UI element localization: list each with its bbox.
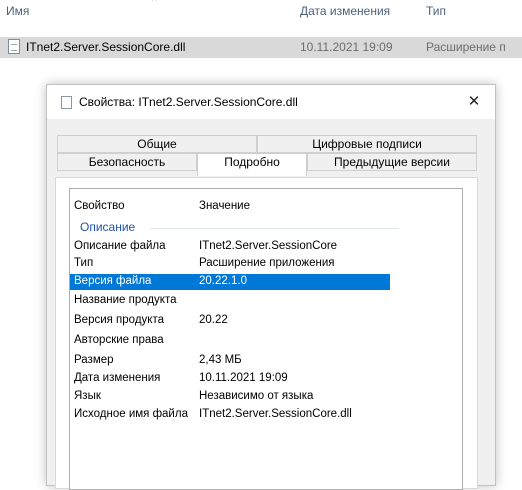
group-description: Описание bbox=[70, 220, 462, 236]
property-name: Размер bbox=[74, 354, 114, 366]
property-name: Дата изменения bbox=[74, 372, 161, 384]
property-name: Версия продукта bbox=[74, 314, 164, 326]
dll-file-icon bbox=[8, 39, 20, 54]
column-header-date-modified[interactable]: Дата изменения bbox=[300, 4, 390, 18]
property-name: Версия файла bbox=[74, 275, 152, 287]
list-item-selected[interactable]: Версия файла 20.22.1.0 bbox=[70, 274, 390, 290]
property-name: Название продукта bbox=[74, 294, 177, 306]
list-item[interactable]: Авторские права bbox=[70, 333, 462, 349]
column-header-type[interactable]: Тип bbox=[426, 4, 446, 18]
property-value: 10.11.2021 19:09 bbox=[199, 372, 288, 384]
close-button[interactable]: ✕ bbox=[453, 85, 495, 119]
column-value[interactable]: Значение bbox=[199, 200, 250, 212]
sort-ascending-icon: ^ bbox=[152, 0, 157, 7]
property-name: Язык bbox=[74, 390, 101, 402]
list-item[interactable]: Описание файла ITnet2.Server.SessionCore bbox=[70, 239, 462, 255]
details-tab-panel: Свойство Значение Описание Описание файл… bbox=[55, 177, 478, 490]
list-item[interactable]: Название продукта bbox=[70, 293, 462, 309]
dialog-title: Свойства: ITnet2.Server.SessionCore.dll bbox=[79, 95, 298, 109]
property-value: 20.22 bbox=[199, 314, 228, 326]
property-value: 2,43 МБ bbox=[199, 354, 242, 366]
tab-security[interactable]: Безопасность bbox=[57, 153, 197, 171]
tab-general[interactable]: Общие bbox=[57, 135, 257, 153]
property-value: Расширение приложения bbox=[199, 257, 335, 269]
property-name: Исходное имя файла bbox=[74, 408, 188, 420]
file-row[interactable]: ITnet2.Server.SessionCore.dll 10.11.2021… bbox=[0, 37, 522, 58]
tab-details[interactable]: Подробно bbox=[197, 153, 307, 176]
property-name: Тип bbox=[74, 257, 94, 269]
property-value: ITnet2.Server.SessionCore.dll bbox=[199, 408, 352, 420]
list-item[interactable]: Тип Расширение приложения bbox=[70, 256, 462, 272]
column-property[interactable]: Свойство bbox=[74, 200, 125, 212]
property-value: 20.22.1.0 bbox=[199, 275, 247, 287]
properties-dialog: Свойства: ITnet2.Server.SessionCore.dll … bbox=[46, 84, 496, 490]
property-value: ITnet2.Server.SessionCore bbox=[199, 240, 338, 252]
details-listview[interactable]: Свойство Значение Описание Описание файл… bbox=[69, 188, 463, 490]
group-label: Описание bbox=[80, 220, 136, 234]
tab-previous-versions[interactable]: Предыдущие версии bbox=[307, 153, 477, 171]
dialog-titlebar[interactable]: Свойства: ITnet2.Server.SessionCore.dll … bbox=[47, 85, 495, 119]
list-item[interactable]: Исходное имя файла ITnet2.Server.Session… bbox=[70, 407, 462, 423]
listview-header: Свойство Значение bbox=[70, 198, 462, 214]
property-name: Описание файла bbox=[74, 240, 166, 252]
tab-digital-signatures[interactable]: Цифровые подписи bbox=[257, 135, 477, 153]
group-divider bbox=[150, 228, 398, 229]
list-item[interactable]: Дата изменения 10.11.2021 19:09 bbox=[70, 371, 462, 387]
file-properties-icon bbox=[61, 96, 72, 109]
list-item[interactable]: Язык Независимо от языка bbox=[70, 389, 462, 405]
property-value: Независимо от языка bbox=[199, 390, 314, 402]
file-name: ITnet2.Server.SessionCore.dll bbox=[26, 40, 186, 54]
file-list-header: Имя ^ Дата изменения Тип bbox=[0, 0, 522, 24]
file-type: Расширение п bbox=[426, 40, 506, 54]
list-item[interactable]: Версия продукта 20.22 bbox=[70, 313, 462, 329]
column-header-name[interactable]: Имя bbox=[6, 4, 29, 18]
list-item[interactable]: Размер 2,43 МБ bbox=[70, 353, 462, 369]
file-modified-date: 10.11.2021 19:09 bbox=[300, 40, 393, 54]
property-name: Авторские права bbox=[74, 334, 164, 346]
